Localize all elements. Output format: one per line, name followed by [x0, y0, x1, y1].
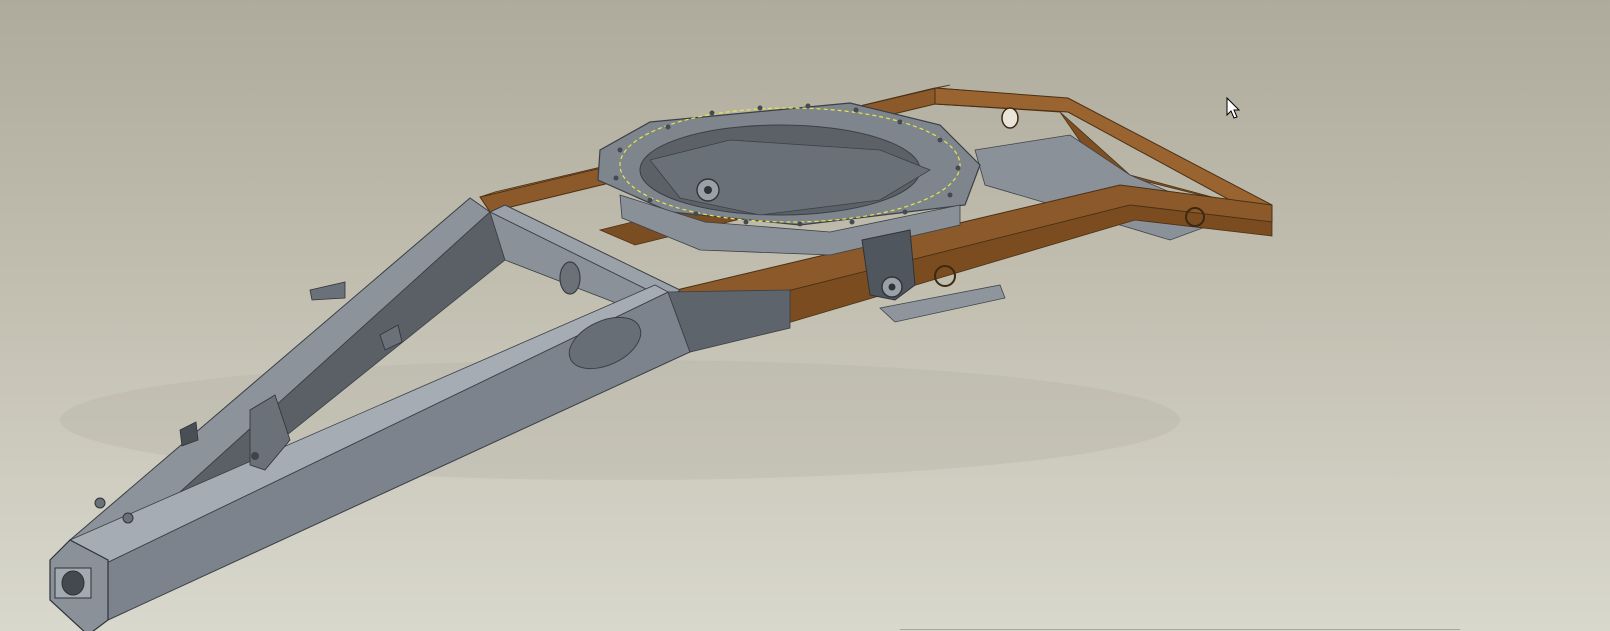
frame-assembly-model[interactable] — [0, 0, 1610, 631]
arm-transition-panel — [667, 289, 791, 353]
pivot-pin-left — [704, 186, 712, 194]
mouse-pointer-icon — [1226, 97, 1241, 119]
hitch-bore — [61, 570, 85, 596]
arm-lug-1 — [94, 497, 106, 509]
rear-slot — [1001, 107, 1019, 129]
pivot-pin-front — [888, 283, 896, 291]
crossmember-hole — [559, 261, 581, 295]
arm-bracket-3[interactable] — [309, 281, 346, 301]
arm-lug-2 — [122, 512, 134, 524]
status-divider — [900, 629, 1460, 630]
arm-lug-3 — [251, 452, 259, 460]
model-viewport[interactable] — [0, 0, 1610, 631]
